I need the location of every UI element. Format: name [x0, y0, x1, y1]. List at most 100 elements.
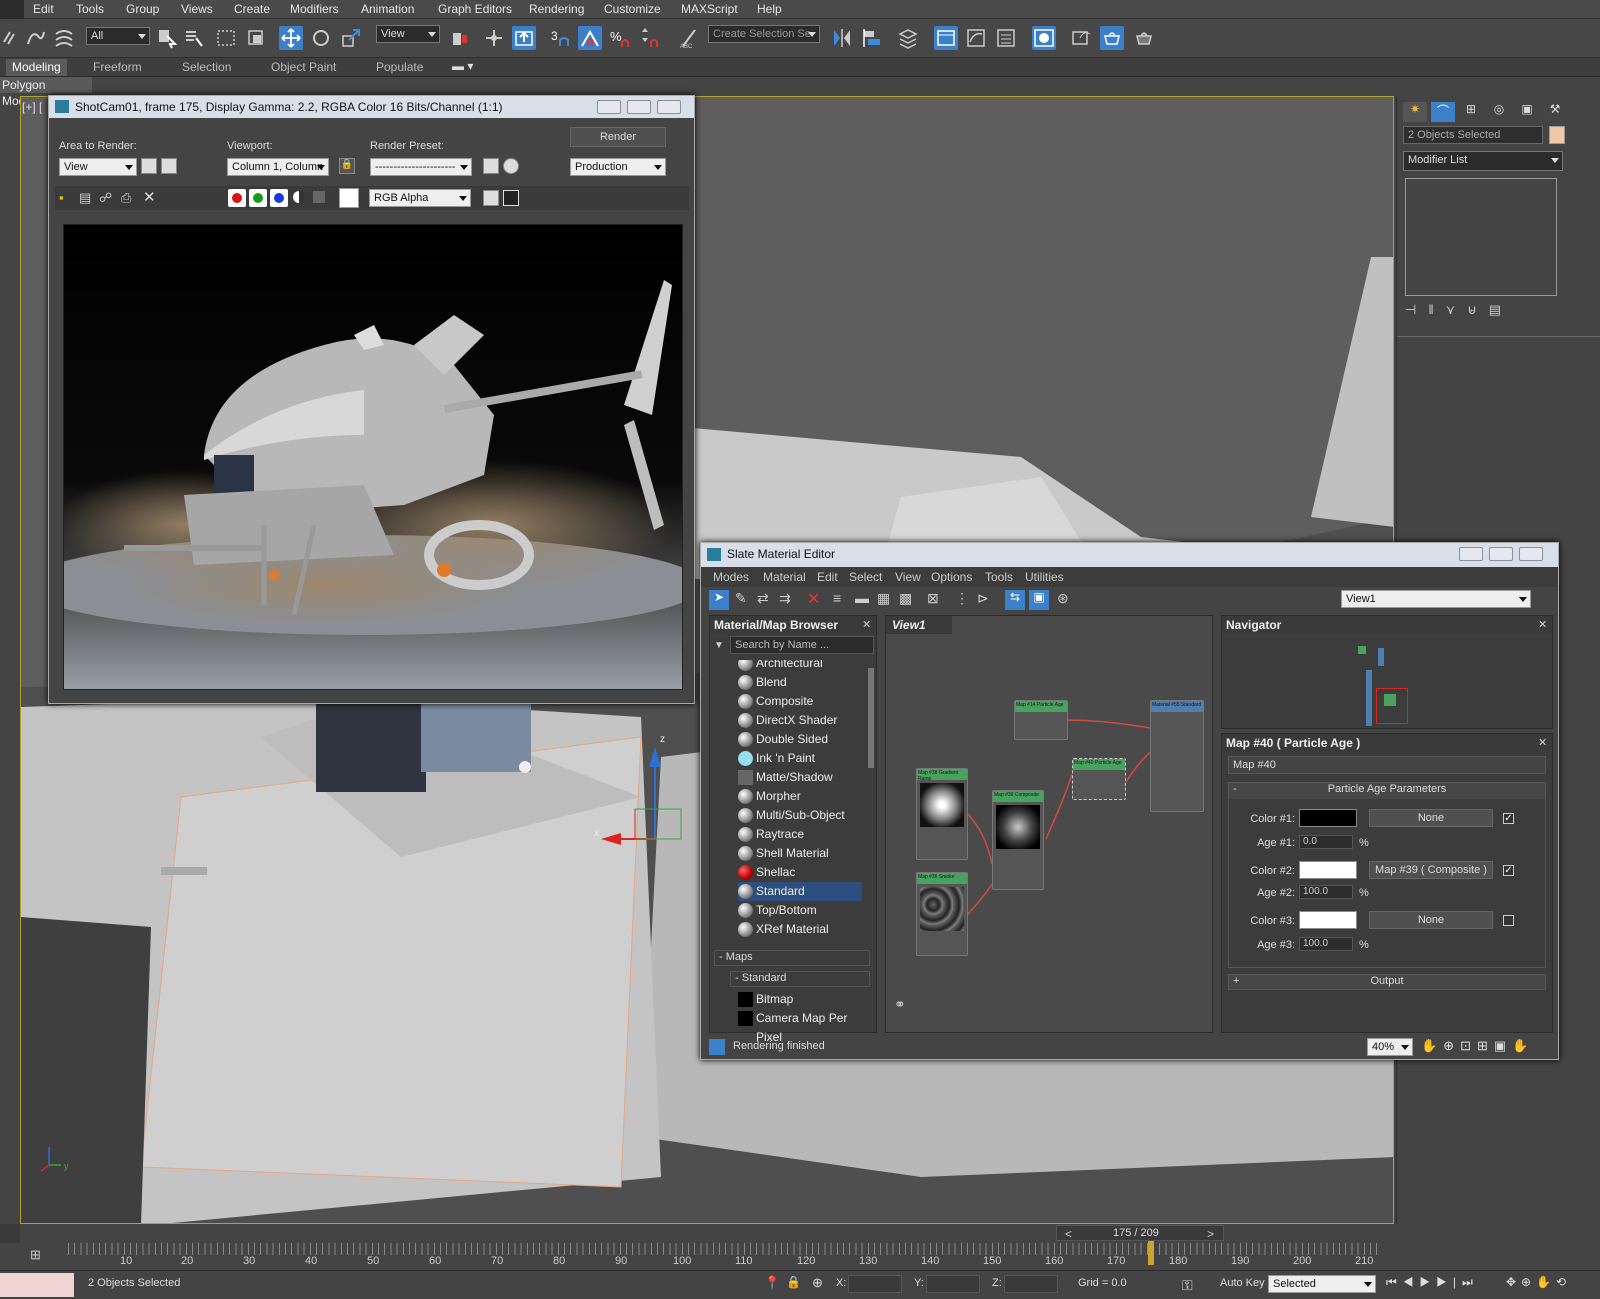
node-map-14-particle-age[interactable]: Map #14 Particle Age — [1014, 700, 1068, 740]
map-name-field[interactable]: Map #40 — [1228, 756, 1546, 774]
list-item[interactable]: Bitmap — [738, 990, 862, 1009]
absolute-mode-icon[interactable]: ⊕ — [812, 1275, 823, 1291]
sme-menu-modes[interactable]: Modes — [713, 570, 749, 584]
menu-rendering[interactable]: Rendering — [529, 2, 584, 16]
window-crossing-icon[interactable] — [244, 26, 268, 50]
rollout-header[interactable]: - Particle Age Parameters — [1229, 783, 1545, 799]
color2-map-checkbox[interactable]: ✓ — [1503, 865, 1514, 876]
browser-search-input[interactable]: Search by Name ... — [730, 636, 874, 654]
param-close-icon[interactable]: ✕ — [1538, 736, 1547, 749]
auto-key-button[interactable]: Auto Key — [1220, 1277, 1265, 1289]
rendered-frame-window-icon[interactable] — [1100, 26, 1124, 50]
sme-menu-options[interactable]: Options — [931, 570, 972, 584]
menu-help[interactable]: Help — [757, 2, 782, 16]
select-and-scale-icon[interactable] — [339, 26, 363, 50]
node-view[interactable]: View1 Map #14 Particle Age Material #55 … — [885, 615, 1213, 1033]
named-selection-set-dropdown[interactable]: Create Selection Se — [708, 25, 820, 43]
layout-all-icon[interactable]: ⋮ — [955, 590, 969, 607]
color2-swatch[interactable] — [1299, 861, 1357, 879]
utilities-tab-icon[interactable]: ⚒ — [1543, 102, 1567, 122]
y-coord-field[interactable] — [926, 1275, 980, 1293]
angle-snap-icon[interactable] — [578, 26, 602, 50]
hierarchy-tab-icon[interactable]: ⊞ — [1459, 102, 1483, 122]
alpha-channel-icon[interactable] — [293, 191, 305, 203]
menu-maxscript[interactable]: MAXScript — [681, 2, 738, 16]
show-end-result-icon[interactable]: ⊠ — [927, 590, 939, 607]
render-production-icon[interactable] — [1132, 26, 1156, 50]
toggle-ui-overlay-icon[interactable] — [483, 190, 499, 206]
time-slider[interactable]: < 175 / 209 > — [1056, 1225, 1224, 1241]
pivot-center-icon[interactable] — [448, 26, 472, 50]
binoculars-icon[interactable]: ⚭ — [894, 996, 906, 1013]
sme-menu-utilities[interactable]: Utilities — [1025, 570, 1064, 584]
monochrome-icon[interactable] — [313, 191, 325, 203]
sme-menu-material[interactable]: Material — [763, 570, 806, 584]
sme-select-tool-icon[interactable]: ➤ — [709, 590, 729, 610]
browser-close-icon[interactable]: ✕ — [862, 618, 871, 631]
list-item[interactable]: Top/Bottom — [738, 901, 862, 920]
color3-swatch[interactable] — [1299, 911, 1357, 929]
render-window-titlebar[interactable]: ShotCam01, frame 175, Display Gamma: 2.2… — [49, 96, 694, 118]
tab-populate[interactable]: Populate — [376, 60, 423, 74]
select-manipulate-icon[interactable] — [482, 26, 506, 50]
color1-swatch[interactable] — [1299, 809, 1357, 827]
list-item[interactable]: DirectX Shader — [738, 711, 862, 730]
display-channel-dropdown[interactable]: RGB Alpha — [369, 189, 471, 207]
list-item[interactable]: Raytrace — [738, 825, 862, 844]
assign-to-selection-icon[interactable]: ⇉ — [779, 590, 791, 607]
scene-explorer-icon[interactable] — [934, 26, 958, 50]
menu-customize[interactable]: Customize — [604, 2, 661, 16]
green-channel-toggle[interactable] — [249, 189, 267, 207]
sme-minimize-button[interactable] — [1459, 547, 1483, 561]
select-and-rotate-icon[interactable] — [309, 26, 333, 50]
parameter-editor-toggle-icon[interactable]: ▣ — [1029, 590, 1049, 610]
view-selector-dropdown[interactable]: View1 — [1341, 590, 1531, 608]
move-children-icon[interactable]: ≡ — [833, 590, 841, 606]
curve-editor-icon[interactable] — [964, 26, 988, 50]
color2-map-button[interactable]: Map #39 ( Composite ) — [1369, 861, 1493, 879]
reference-coordinate-dropdown[interactable]: View — [376, 25, 440, 43]
environment-effects-icon[interactable] — [503, 158, 519, 174]
standard-maps-header[interactable]: - Standard — [730, 971, 870, 987]
keyboard-shortcut-override-icon[interactable] — [512, 26, 536, 50]
modifier-list-dropdown[interactable]: Modifier List — [1403, 151, 1563, 171]
list-item[interactable]: Morpher — [738, 787, 862, 806]
color1-map-button[interactable]: None — [1369, 809, 1493, 827]
selection-lock-icon[interactable]: 🔒 — [786, 1275, 801, 1289]
z-coord-field[interactable] — [1004, 1275, 1058, 1293]
viewport-nav-controls[interactable]: ✥⊕✋⟲ — [1506, 1275, 1571, 1289]
lock-icon[interactable]: 🔒 — [339, 158, 355, 174]
isolate-selection-icon[interactable]: 📍 — [764, 1275, 780, 1291]
list-item[interactable]: Shell Material — [738, 844, 862, 863]
show-background-icon[interactable]: ▩ — [899, 590, 912, 607]
schematic-view-icon[interactable] — [994, 26, 1018, 50]
object-color-swatch[interactable] — [1549, 126, 1565, 144]
select-by-material-icon[interactable]: ⊛ — [1057, 590, 1069, 607]
tab-freeform[interactable]: Freeform — [93, 60, 142, 74]
print-image-icon[interactable]: ⎙ — [121, 190, 131, 206]
bind-spacewarp-icon[interactable] — [52, 26, 76, 50]
menu-animation[interactable]: Animation — [361, 2, 414, 16]
red-channel-toggle[interactable] — [228, 189, 246, 207]
age2-spinner[interactable]: 100.0 — [1299, 885, 1353, 899]
key-filter-dropdown[interactable]: Selected — [1268, 1275, 1376, 1293]
material-map-browser-toggle-icon[interactable]: ⇆ — [1005, 590, 1025, 610]
modify-tab-icon[interactable]: ⌒ — [1431, 102, 1455, 122]
select-object-icon[interactable] — [155, 26, 179, 50]
list-item[interactable]: Multi/Sub-Object — [738, 806, 862, 825]
browser-options-icon[interactable]: ▼ — [714, 640, 724, 651]
put-to-scene-icon[interactable]: ⇄ — [757, 590, 769, 607]
list-item[interactable]: Double Sided — [738, 730, 862, 749]
sme-menu-view[interactable]: View — [895, 570, 921, 584]
view1-tab[interactable]: View1 — [886, 616, 952, 634]
auto-region-icon[interactable] — [161, 158, 177, 174]
list-item[interactable]: Matte/Shadow — [738, 768, 862, 787]
node-material-55-standard[interactable]: Material #55 Standard — [1150, 700, 1204, 812]
percent-snap-icon[interactable]: % — [608, 26, 632, 50]
color1-map-checkbox[interactable]: ✓ — [1503, 813, 1514, 824]
time-slider-next-icon[interactable]: > — [1207, 1227, 1214, 1241]
render-setup-small-icon[interactable] — [483, 158, 499, 174]
list-item-selected[interactable]: Standard — [738, 882, 862, 901]
polygon-modeling-panel[interactable]: Polygon Modeling — [0, 77, 92, 108]
ribbon-options-icon[interactable]: ▬ ▾ — [452, 59, 473, 73]
